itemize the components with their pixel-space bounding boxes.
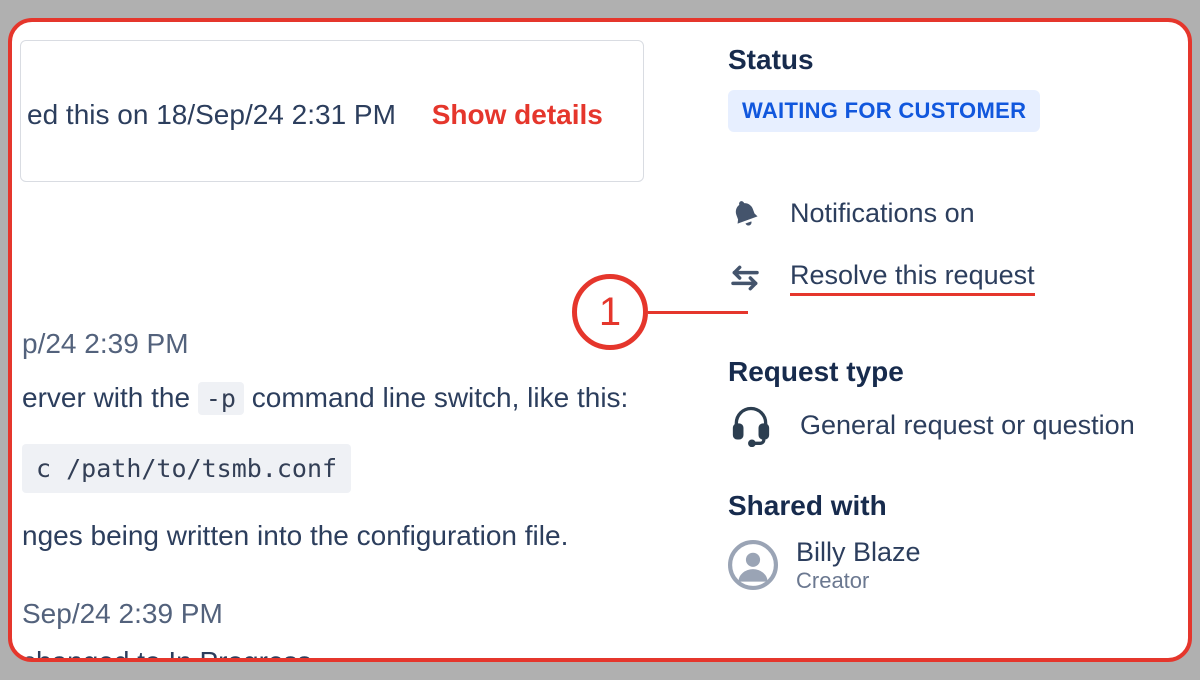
annotation-marker-1: 1 xyxy=(572,274,648,350)
activity-timestamp: p/24 2:39 PM xyxy=(22,328,189,360)
shared-user-name: Billy Blaze xyxy=(796,536,921,568)
request-type-row[interactable]: General request or question xyxy=(728,402,1158,448)
shared-with-heading: Shared with xyxy=(728,490,1158,522)
resolve-request-label: Resolve this request xyxy=(790,260,1035,296)
text-fragment: erver with the xyxy=(22,382,190,413)
ticket-sidebar: Status WAITING FOR CUSTOMER Notification… xyxy=(728,22,1188,658)
activity-status-change: changed to In Progress. xyxy=(22,646,319,662)
headset-icon xyxy=(728,402,774,448)
code-block: c /path/to/tsmb.conf xyxy=(22,444,351,493)
annotation-connector-line xyxy=(648,311,748,314)
notifications-label: Notifications on xyxy=(790,198,975,229)
activity-timestamp: Sep/24 2:39 PM xyxy=(22,598,223,630)
text-fragment: command line switch, like this: xyxy=(252,382,629,413)
request-type-value: General request or question xyxy=(800,410,1135,441)
shared-with-user[interactable]: Billy Blaze Creator xyxy=(728,536,1158,594)
resolve-request-button[interactable]: Resolve this request xyxy=(728,260,1158,296)
avatar-icon xyxy=(728,540,778,590)
show-details-link[interactable]: Show details xyxy=(432,99,603,130)
request-type-heading: Request type xyxy=(728,356,1158,388)
activity-code-block: c /path/to/tsmb.conf xyxy=(22,444,351,493)
notifications-toggle[interactable]: Notifications on xyxy=(728,196,1158,230)
bell-icon xyxy=(728,196,762,230)
status-badge[interactable]: WAITING FOR CUSTOMER xyxy=(728,90,1040,132)
activity-body-line: nges being written into the configuratio… xyxy=(22,520,568,552)
activity-card-text: ed this on 18/Sep/24 2:31 PM xyxy=(27,99,396,130)
swap-arrows-icon xyxy=(728,261,762,295)
activity-body-line: erver with the -p command line switch, l… xyxy=(22,382,628,414)
shared-user-role: Creator xyxy=(796,568,921,594)
code-fragment: c xyxy=(36,454,51,483)
annotation-number: 1 xyxy=(599,290,621,335)
code-path: /path/to/tsmb.conf xyxy=(66,454,337,483)
activity-card: ed this on 18/Sep/24 2:31 PM Show detail… xyxy=(20,40,644,182)
shared-user-info: Billy Blaze Creator xyxy=(796,536,921,594)
status-heading: Status xyxy=(728,44,1158,76)
annotated-screenshot-frame: ed this on 18/Sep/24 2:31 PM Show detail… xyxy=(8,18,1192,662)
inline-code-flag: -p xyxy=(198,382,244,415)
